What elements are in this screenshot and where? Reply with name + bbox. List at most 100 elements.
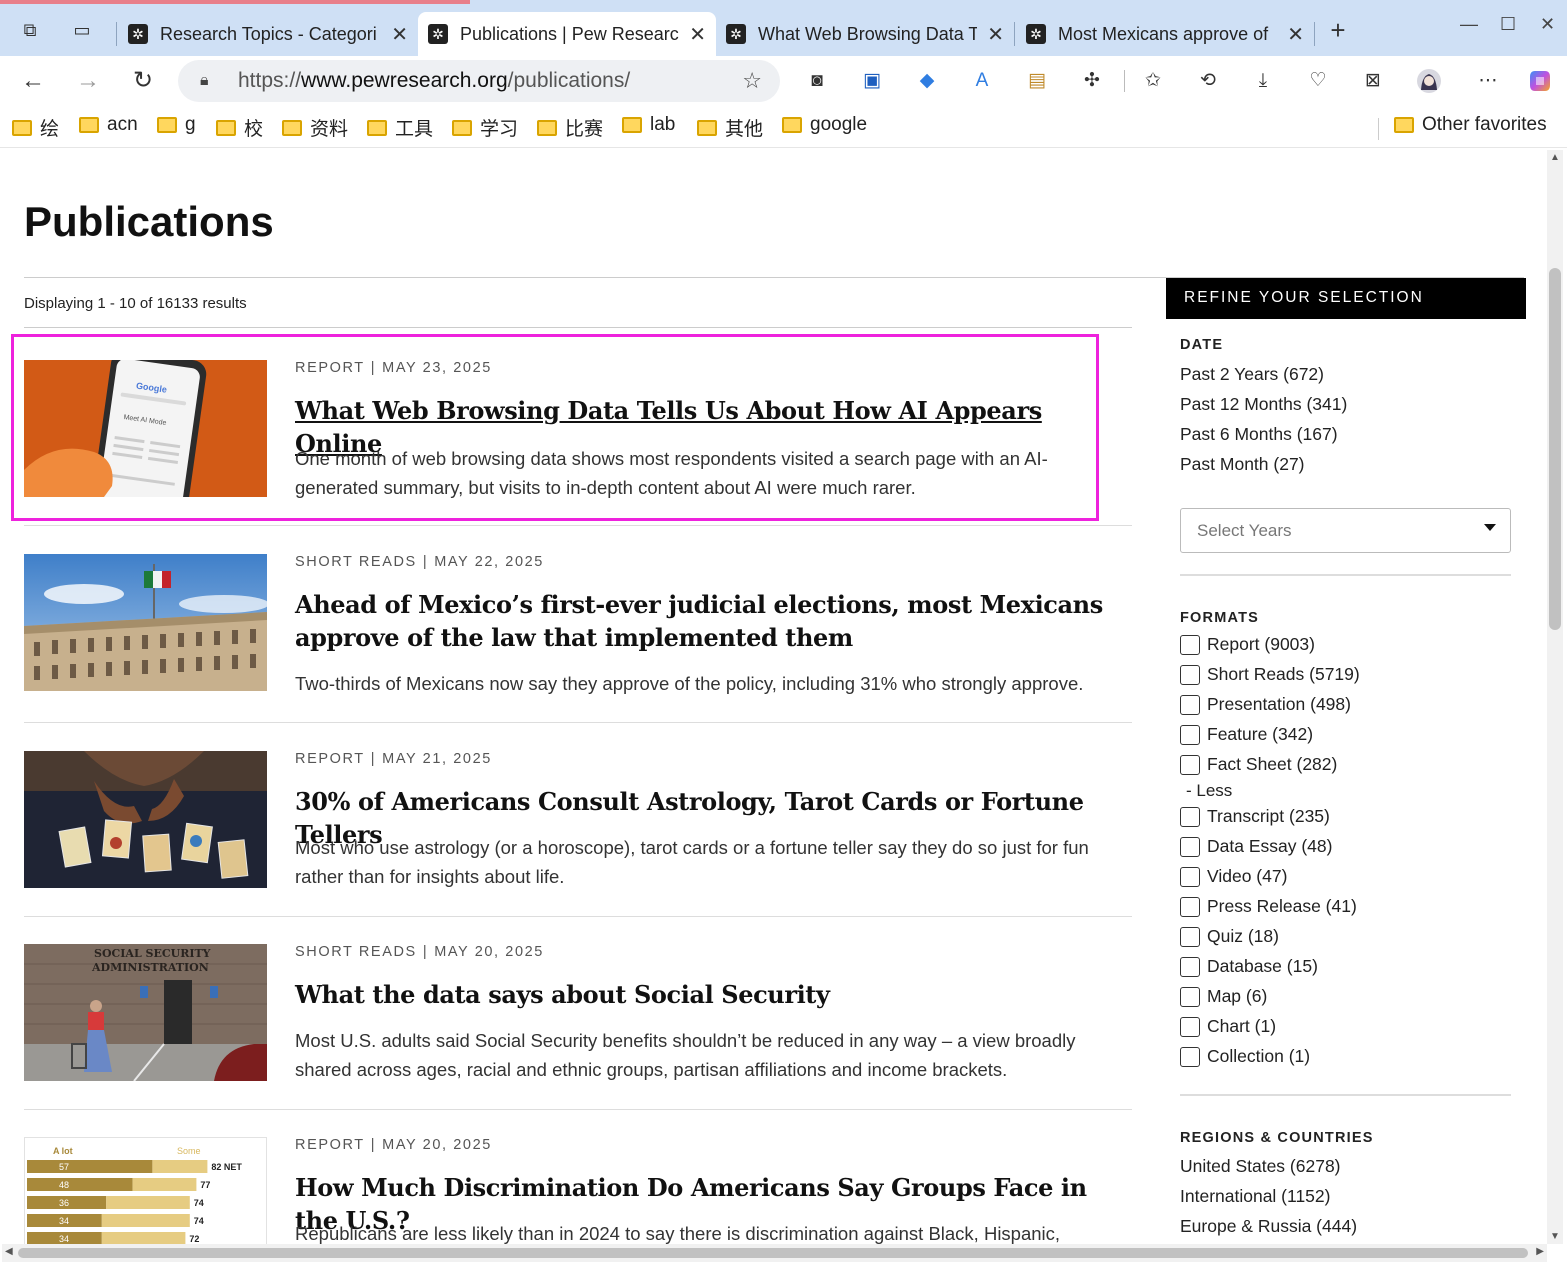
address-bar[interactable]: 🔒︎ https://www.pewresearch.org/publicati…: [178, 60, 780, 102]
favorites-icon[interactable]: ✩: [1140, 68, 1166, 94]
horizontal-scrollbar[interactable]: ◀ ▶: [2, 1244, 1547, 1262]
performance-heart-icon[interactable]: ♡: [1305, 68, 1331, 94]
bookmark-folder[interactable]: google: [782, 114, 867, 136]
date-option-past-2-years[interactable]: Past 2 Years (672): [1180, 364, 1324, 385]
vertical-scrollbar[interactable]: ▲ ▼: [1547, 150, 1563, 1244]
format-checkbox-row[interactable]: Presentation (498): [1180, 694, 1351, 715]
format-checkbox-row[interactable]: Map (6): [1180, 986, 1267, 1007]
lock-icon[interactable]: 🔒︎: [200, 72, 220, 90]
format-checkbox-row[interactable]: Fact Sheet (282): [1180, 754, 1337, 775]
region-option-united-states[interactable]: United States (6278): [1180, 1156, 1341, 1177]
screenshot-icon[interactable]: ⊠: [1360, 68, 1386, 94]
checkbox[interactable]: [1180, 866, 1200, 887]
publication-type[interactable]: SHORT READS: [295, 554, 417, 570]
publication-thumbnail[interactable]: A lot Some 57 82 NET 48 77 36 74 34 74 34 72: [24, 1137, 267, 1244]
format-checkbox-row[interactable]: Chart (1): [1180, 1016, 1276, 1037]
publication-type[interactable]: REPORT: [295, 360, 365, 376]
checkbox[interactable]: [1180, 926, 1200, 947]
copilot-icon[interactable]: [1527, 68, 1553, 94]
back-icon[interactable]: ←: [18, 66, 48, 96]
format-checkbox-row[interactable]: Quiz (18): [1180, 926, 1279, 947]
checkbox[interactable]: [1180, 986, 1200, 1007]
checkbox[interactable]: [1180, 896, 1200, 917]
publication-type[interactable]: REPORT: [295, 751, 365, 767]
publication-thumbnail[interactable]: [24, 554, 267, 691]
close-tab-icon[interactable]: ✕: [689, 22, 706, 47]
history-icon[interactable]: ⟲: [1195, 68, 1221, 94]
format-checkbox-row[interactable]: Database (15): [1180, 956, 1318, 977]
bookmark-folder[interactable]: 其他: [697, 114, 763, 141]
bookmark-folder[interactable]: 资料: [282, 114, 348, 141]
tab-actions-icon[interactable]: ▭: [70, 18, 94, 42]
format-checkbox-row[interactable]: Transcript (235): [1180, 806, 1330, 827]
extensions-puzzle-icon[interactable]: ✣: [1079, 68, 1105, 94]
scrollbar-thumb[interactable]: [18, 1248, 1528, 1258]
publication-title-link[interactable]: What the data says about Social Security: [295, 978, 1135, 1011]
format-checkbox-row[interactable]: Data Essay (48): [1180, 836, 1332, 857]
bookmark-folder[interactable]: lab: [622, 114, 675, 136]
publication-thumbnail[interactable]: [24, 751, 267, 888]
extension-graduation-icon[interactable]: ◆: [914, 68, 940, 94]
bookmark-folder[interactable]: acn: [79, 114, 138, 136]
format-checkbox-row[interactable]: Press Release (41): [1180, 896, 1357, 917]
close-tab-icon[interactable]: ✕: [1287, 22, 1304, 47]
publication-title-link[interactable]: Ahead of Mexico’s first-ever judicial el…: [295, 588, 1135, 654]
forward-icon[interactable]: →: [73, 66, 103, 96]
checkbox[interactable]: [1180, 956, 1200, 977]
checkbox[interactable]: [1180, 724, 1200, 745]
checkbox[interactable]: [1180, 664, 1200, 685]
bookmark-folder[interactable]: 比赛: [537, 114, 603, 141]
scroll-up-icon[interactable]: ▲: [1550, 152, 1560, 163]
select-years-dropdown[interactable]: Select Years: [1180, 508, 1511, 553]
tab-web-browsing-data[interactable]: ✲ What Web Browsing Data T ✕: [716, 12, 1014, 56]
bookmark-folder[interactable]: 工具: [367, 114, 433, 141]
format-checkbox-row[interactable]: Collection (1): [1180, 1046, 1310, 1067]
publication-type[interactable]: REPORT: [295, 1137, 365, 1153]
format-checkbox-row[interactable]: Report (9003): [1180, 634, 1315, 655]
checkbox[interactable]: [1180, 634, 1200, 655]
scroll-down-icon[interactable]: ▼: [1550, 1231, 1560, 1242]
region-option-europe-russia[interactable]: Europe & Russia (444): [1180, 1216, 1357, 1237]
favorite-star-icon[interactable]: ☆: [742, 68, 762, 94]
checkbox[interactable]: [1180, 1016, 1200, 1037]
tab-publications[interactable]: ✲ Publications | Pew Researc ✕: [418, 12, 716, 56]
checkbox[interactable]: [1180, 694, 1200, 715]
close-tab-icon[interactable]: ✕: [987, 22, 1004, 47]
bookmark-folder[interactable]: 校: [216, 114, 263, 141]
profile-avatar[interactable]: [1416, 68, 1442, 94]
scrollbar-thumb[interactable]: [1549, 268, 1561, 630]
date-option-past-12-months[interactable]: Past 12 Months (341): [1180, 394, 1347, 415]
bookmark-folder[interactable]: 学习: [452, 114, 518, 141]
minimize-icon[interactable]: —: [1460, 14, 1478, 35]
close-tab-icon[interactable]: ✕: [391, 22, 408, 47]
date-option-past-6-months[interactable]: Past 6 Months (167): [1180, 424, 1338, 445]
close-window-icon[interactable]: ✕: [1540, 14, 1555, 35]
format-checkbox-row[interactable]: Video (47): [1180, 866, 1287, 887]
extension-glasses-icon[interactable]: ◙: [804, 68, 830, 94]
publication-type[interactable]: SHORT READS: [295, 944, 417, 960]
tab-research-topics[interactable]: ✲ Research Topics - Categori ✕: [118, 12, 418, 56]
checkbox[interactable]: [1180, 806, 1200, 827]
url-text[interactable]: https://www.pewresearch.org/publications…: [238, 69, 630, 93]
refresh-icon[interactable]: ↻: [128, 66, 158, 96]
format-checkbox-row[interactable]: Short Reads (5719): [1180, 664, 1360, 685]
extension-calculator-icon[interactable]: ▤: [1024, 68, 1050, 94]
other-favorites-folder[interactable]: Other favorites: [1394, 114, 1547, 136]
format-checkbox-row[interactable]: Feature (342): [1180, 724, 1313, 745]
extension-shield-icon[interactable]: ▣: [859, 68, 885, 94]
bookmark-folder[interactable]: g: [157, 114, 196, 136]
more-menu-icon[interactable]: ⋯: [1475, 68, 1501, 94]
scroll-right-icon[interactable]: ▶: [1536, 1246, 1544, 1257]
publication-thumbnail[interactable]: Google Meet AI Mode: [24, 360, 267, 497]
checkbox[interactable]: [1180, 836, 1200, 857]
downloads-icon[interactable]: ⤓: [1250, 68, 1276, 94]
checkbox[interactable]: [1180, 754, 1200, 775]
maximize-icon[interactable]: ☐: [1500, 14, 1516, 35]
show-less-link[interactable]: - Less: [1186, 781, 1232, 801]
tab-mexicans-approve[interactable]: ✲ Most Mexicans approve of ✕: [1016, 12, 1314, 56]
workspaces-icon[interactable]: ⧉: [18, 18, 42, 42]
date-option-past-month[interactable]: Past Month (27): [1180, 454, 1305, 475]
translate-icon[interactable]: A: [969, 68, 995, 94]
region-option-international[interactable]: International (1152): [1180, 1186, 1330, 1207]
new-tab-button[interactable]: +: [1326, 17, 1350, 43]
